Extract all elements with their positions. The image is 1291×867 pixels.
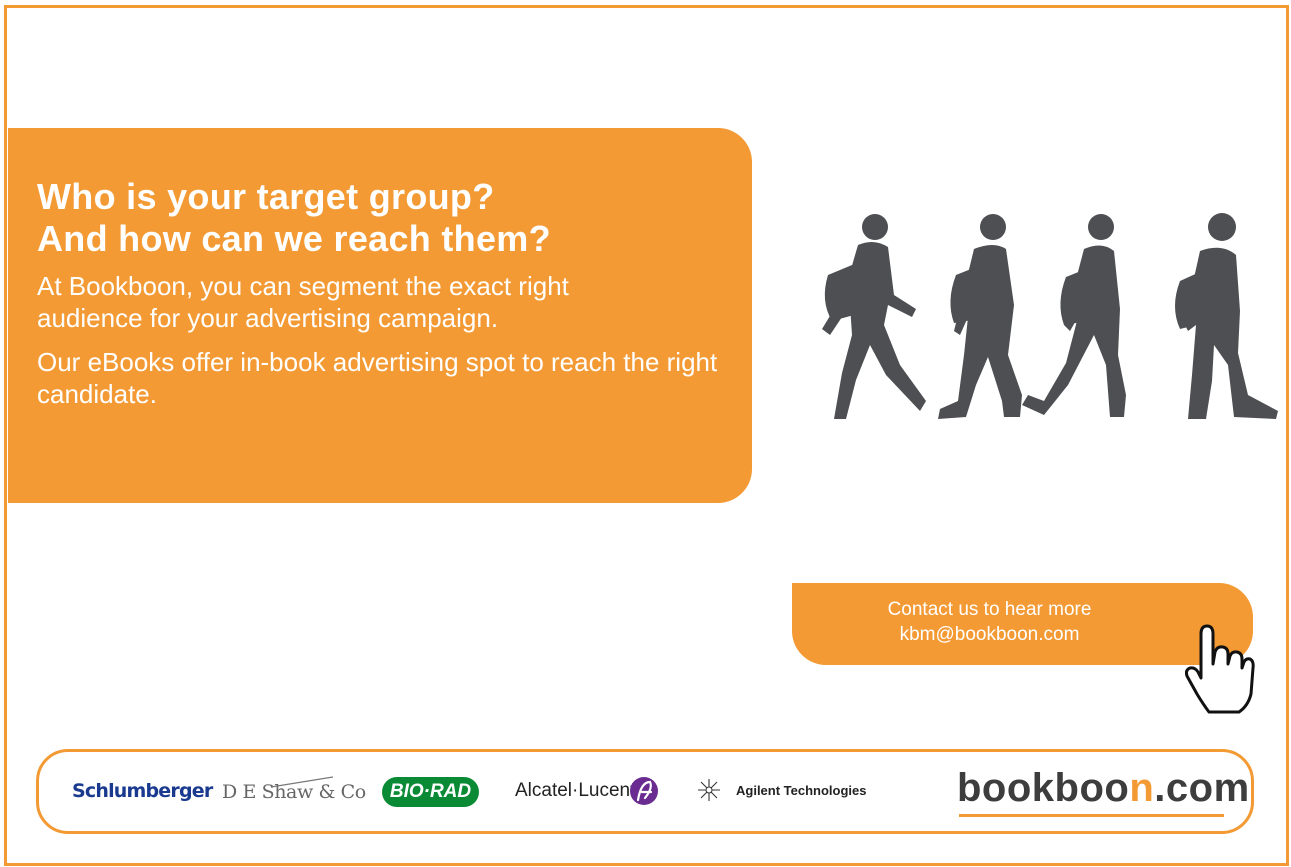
walking-people-silhouettes: [822, 213, 1278, 419]
contact-email[interactable]: kbm@bookboon.com: [792, 622, 1187, 647]
bookboon-underline: [959, 814, 1224, 817]
contact-line1: Contact us to hear more: [887, 599, 1092, 620]
biorad-logo: BIO·RAD: [382, 777, 479, 807]
walker-1-silhouette: [822, 214, 926, 419]
hero-body-2: Our eBooks offer in-book advertising spo…: [37, 347, 718, 409]
bookboon-logo-n: n: [1129, 766, 1155, 810]
walker-3-silhouette: [1022, 214, 1126, 417]
sponsor-logo-bar: Schlumberger D E Shaw & Co BIO·RAD Alcat…: [36, 749, 1254, 834]
hero-body-1: At Bookboon, you can segment the exact r…: [37, 271, 569, 333]
alcatel-lucent-logo-icon: [630, 777, 658, 805]
alcatel-lucent-logo: Alcatel·Lucent: [515, 780, 636, 801]
agilent-logo: Agilent Technologies: [736, 783, 867, 798]
hero-title-line1: Who is your target group?: [37, 176, 495, 217]
deshaw-swash-icon: [271, 776, 333, 788]
hero-title: Who is your target group? And how can we…: [37, 176, 752, 260]
bookboon-logo-part1: bookboo: [957, 766, 1130, 810]
walker-4-silhouette: [1175, 213, 1278, 419]
bookboon-logo-part2: .com: [1154, 766, 1250, 810]
hero-panel: Who is your target group? And how can we…: [8, 128, 752, 503]
walker-2-silhouette: [938, 214, 1022, 419]
hero-title-line2: And how can we reach them?: [37, 218, 551, 259]
bookboon-logo[interactable]: bookboon.com: [957, 766, 1250, 811]
schlumberger-logo: Schlumberger: [72, 780, 213, 802]
contact-button[interactable]: Contact us to hear more kbm@bookboon.com: [792, 583, 1253, 665]
agilent-spark-logo-icon: [698, 779, 720, 801]
pointing-hand-cursor-icon: [1185, 624, 1255, 714]
